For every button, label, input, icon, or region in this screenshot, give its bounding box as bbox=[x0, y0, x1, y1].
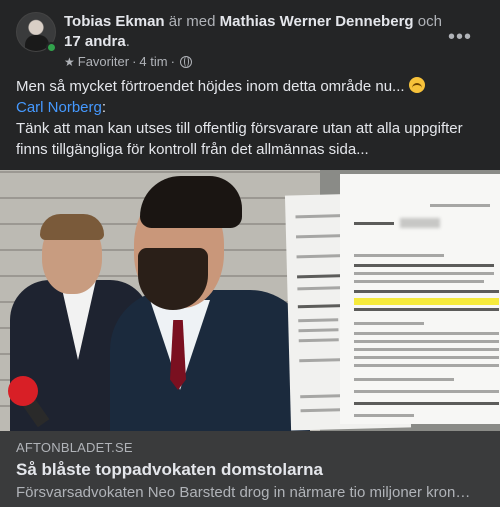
microphone-icon bbox=[8, 376, 38, 406]
person-right-body bbox=[110, 290, 310, 431]
person-left-hair bbox=[40, 214, 104, 240]
post-meta: ★ Favoriter · 4 tim · bbox=[64, 54, 192, 69]
link-preview-caption[interactable]: AFTONBLADET.SE Så blåste toppadvokaten d… bbox=[0, 431, 500, 507]
with-text: är med bbox=[168, 13, 216, 30]
post-time[interactable]: 4 tim bbox=[139, 54, 167, 69]
tagged-person-name[interactable]: Mathias Werner Denneberg bbox=[220, 13, 414, 30]
person-right-hair bbox=[140, 176, 242, 228]
post-text-line2: Tänk att man kan utses till offentlig fö… bbox=[16, 120, 463, 158]
others-link[interactable]: 17 andra bbox=[64, 33, 126, 50]
more-options-button[interactable]: ••• bbox=[448, 27, 472, 47]
post-header: Tobias Ekman är med Mathias Werner Denne… bbox=[16, 10, 484, 69]
audience-label[interactable]: Favoriter bbox=[78, 54, 129, 69]
online-status-indicator bbox=[46, 42, 57, 53]
globe-icon[interactable] bbox=[179, 55, 192, 68]
upside-down-face-emoji-icon bbox=[408, 77, 425, 93]
link-description: Försvarsadvokaten Neo Barstedt drog in n… bbox=[16, 484, 471, 501]
meta-separator: · bbox=[132, 54, 137, 69]
link-title[interactable]: Så blåste toppadvokaten domstolarna bbox=[16, 460, 323, 480]
star-icon: ★ bbox=[64, 54, 75, 69]
and-text: och bbox=[417, 13, 442, 30]
header-period: . bbox=[125, 33, 130, 50]
post-body: Men så mycket förtroendet höjdes inom de… bbox=[16, 76, 486, 160]
mention-suffix: : bbox=[101, 99, 107, 116]
meta-separator-2: · bbox=[170, 54, 175, 69]
link-domain: AFTONBLADET.SE bbox=[16, 440, 133, 455]
mention-link[interactable]: Carl Norberg bbox=[16, 99, 102, 116]
author-name[interactable]: Tobias Ekman bbox=[64, 13, 165, 30]
post-header-text: Tobias Ekman är med Mathias Werner Denne… bbox=[64, 12, 454, 52]
post-text-line1: Men så mycket förtroendet höjdes inom de… bbox=[16, 78, 405, 95]
document-front-sheet bbox=[340, 174, 500, 424]
link-preview-image[interactable] bbox=[0, 170, 500, 431]
